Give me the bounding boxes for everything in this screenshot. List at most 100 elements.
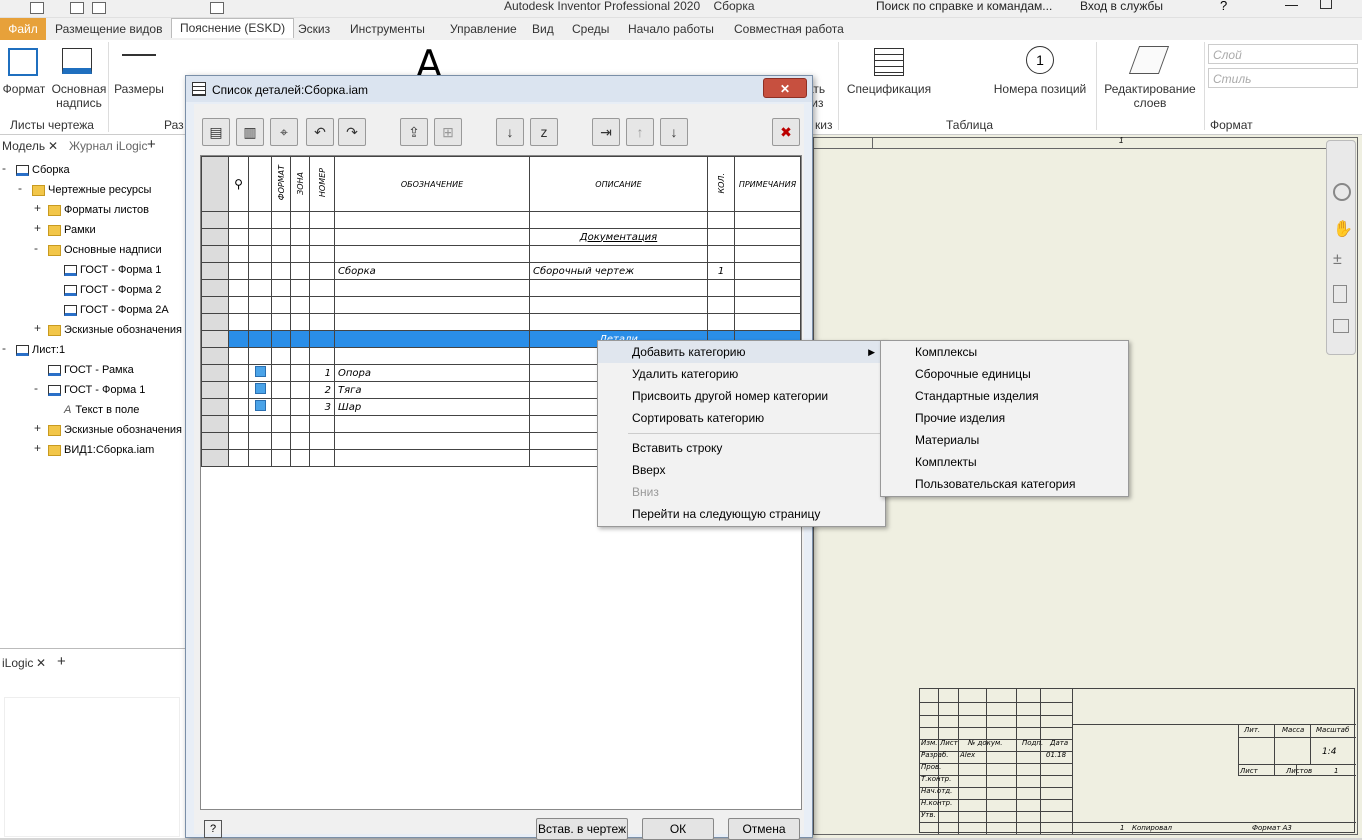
title-block-icon[interactable]	[62, 48, 92, 74]
table-cell[interactable]	[734, 245, 801, 263]
col-designation[interactable]: ОБОЗНАЧЕНИЕ	[334, 156, 530, 212]
cell-designation[interactable]: Опора	[334, 364, 530, 382]
renumber-icon[interactable]: z	[530, 118, 558, 146]
print-icon[interactable]	[210, 2, 224, 14]
table-cell[interactable]	[228, 330, 249, 348]
table-cell[interactable]	[290, 245, 310, 263]
cell-number[interactable]	[309, 449, 335, 467]
submenu-standard-items[interactable]: Стандартные изделия	[881, 385, 1128, 407]
row-header[interactable]	[201, 279, 229, 297]
row-header[interactable]	[201, 381, 229, 399]
table-cell[interactable]	[290, 398, 310, 416]
table-row[interactable]	[201, 279, 801, 297]
add-tab-icon[interactable]: +	[147, 136, 156, 153]
style-select[interactable]: Стиль	[1208, 68, 1358, 88]
submenu-complexes[interactable]: Комплексы	[881, 341, 1128, 363]
tab-get-started[interactable]: Начало работы	[628, 20, 714, 40]
cell-qty[interactable]	[707, 245, 735, 263]
table-row[interactable]	[201, 245, 801, 263]
dialog-close-button[interactable]: ✕	[763, 78, 807, 98]
row-icon-cell[interactable]	[248, 432, 272, 450]
tree-expander-icon[interactable]: +	[34, 201, 41, 215]
cell-description[interactable]	[529, 245, 708, 263]
tree-expander-icon[interactable]: -	[18, 181, 22, 195]
zoom-all-icon[interactable]	[1333, 285, 1347, 303]
table-cell[interactable]	[228, 398, 249, 416]
tab-file[interactable]: Файл	[0, 18, 46, 40]
tab-view[interactable]: Вид	[532, 20, 554, 40]
tree-expander-icon[interactable]: +	[34, 421, 41, 435]
cell-designation[interactable]: Сборка	[334, 262, 530, 280]
col-format[interactable]: ФОРМАТ	[277, 165, 286, 200]
table-cell[interactable]	[290, 211, 310, 229]
table-cell[interactable]	[228, 211, 249, 229]
cell-description[interactable]	[529, 211, 708, 229]
cell-description[interactable]: Сборочный чертеж	[529, 262, 708, 280]
cell-designation[interactable]	[334, 347, 530, 365]
table-cell[interactable]	[271, 364, 291, 382]
table-cell[interactable]	[271, 449, 291, 467]
row-icon-cell[interactable]	[248, 347, 272, 365]
tab-ilogic-journal[interactable]: Журнал iLogic	[69, 139, 147, 153]
row-icon-cell[interactable]	[248, 228, 272, 246]
pan-icon[interactable]: ✋	[1333, 219, 1353, 239]
cell-description[interactable]: Документация	[529, 228, 708, 246]
browser-node[interactable]: ВИД1:Сборка.iam	[48, 442, 154, 458]
table-cell[interactable]	[271, 313, 291, 331]
tab-model[interactable]: Модель	[2, 139, 45, 153]
move-down-icon[interactable]: ↓	[660, 118, 688, 146]
menu-delete-category[interactable]: Удалить категорию	[598, 363, 885, 385]
browser-node[interactable]: Форматы листов	[48, 202, 149, 218]
cell-designation[interactable]	[334, 211, 530, 229]
table-cell[interactable]	[228, 381, 249, 399]
steering-wheel-icon[interactable]	[1333, 183, 1351, 201]
row-icon-cell[interactable]	[248, 262, 272, 280]
cell-number[interactable]: 2	[309, 381, 335, 399]
table-cell[interactable]	[228, 347, 249, 365]
layer-select[interactable]: Слой	[1208, 44, 1358, 64]
dimension-icon[interactable]	[122, 54, 156, 56]
browser-node[interactable]: ГОСТ - Рамка	[48, 362, 134, 378]
cell-number[interactable]: 3	[309, 398, 335, 416]
cell-designation[interactable]	[334, 432, 530, 450]
browser-node[interactable]: ГОСТ - Форма 1	[64, 262, 161, 278]
row-icon-cell[interactable]	[248, 330, 272, 348]
help-search-input[interactable]: Поиск по справке и командам...	[876, 0, 1056, 15]
cell-description[interactable]	[529, 279, 708, 297]
balloon-button[interactable]: Номера позиций	[988, 82, 1092, 96]
row-header[interactable]	[201, 415, 229, 433]
browser-node[interactable]: Сборка	[16, 162, 70, 178]
ok-button[interactable]: ОК	[642, 818, 714, 840]
table-cell[interactable]	[228, 313, 249, 331]
table-cell[interactable]	[271, 211, 291, 229]
col-qty[interactable]: КОЛ.	[717, 173, 726, 194]
table-cell[interactable]	[290, 432, 310, 450]
cell-designation[interactable]: Тяга	[334, 381, 530, 399]
parts-list-icon[interactable]	[874, 48, 904, 76]
table-cell[interactable]	[271, 245, 291, 263]
row-header[interactable]	[201, 228, 229, 246]
table-cell[interactable]	[271, 415, 291, 433]
table-cell[interactable]	[271, 347, 291, 365]
menu-add-category[interactable]: Добавить категорию ▶	[598, 341, 885, 363]
row-icon-cell[interactable]	[248, 245, 272, 263]
row-header[interactable]	[201, 313, 229, 331]
table-cell[interactable]	[271, 381, 291, 399]
cell-description[interactable]	[529, 313, 708, 331]
table-cell[interactable]	[271, 228, 291, 246]
cell-number[interactable]	[309, 415, 335, 433]
table-cell[interactable]	[228, 296, 249, 314]
delete-icon[interactable]: ✖	[772, 118, 800, 146]
tree-expander-icon[interactable]: +	[34, 321, 41, 335]
row-header[interactable]	[201, 364, 229, 382]
cell-designation[interactable]	[334, 279, 530, 297]
table-row[interactable]	[201, 313, 801, 331]
cell-description[interactable]	[529, 296, 708, 314]
cell-number[interactable]	[309, 432, 335, 450]
minimize-icon[interactable]: —	[1285, 0, 1298, 12]
cell-designation[interactable]	[334, 449, 530, 467]
table-cell[interactable]	[228, 432, 249, 450]
tree-expander-icon[interactable]: -	[2, 341, 6, 355]
new-icon[interactable]	[30, 2, 44, 14]
close-icon[interactable]: ✕	[36, 656, 46, 670]
